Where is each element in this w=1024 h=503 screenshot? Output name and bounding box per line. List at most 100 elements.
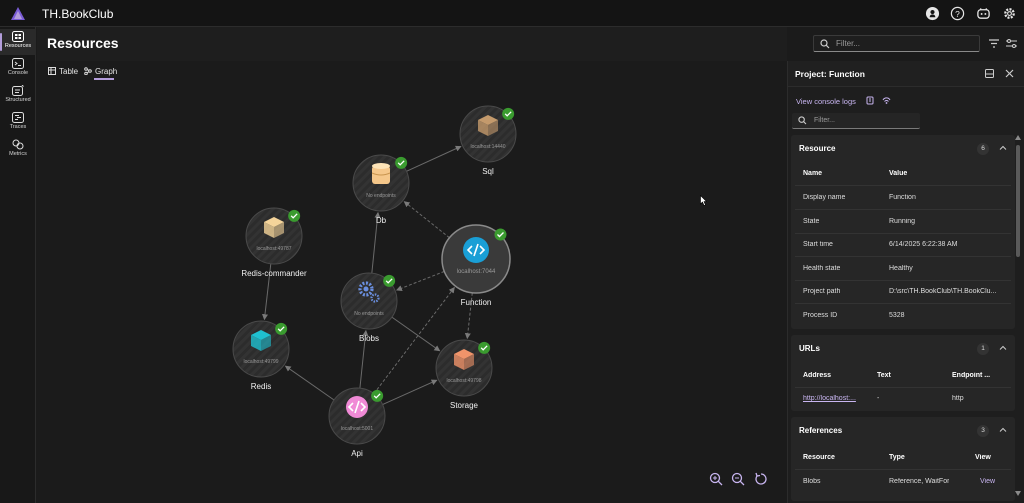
healthy-check-icon: [494, 228, 507, 241]
active-indicator: [0, 33, 2, 51]
reference-type: Reference, WaitFor: [889, 478, 950, 485]
healthy-check-icon: [383, 274, 396, 287]
graph-node-sql[interactable]: localhost:14440: [459, 105, 517, 163]
scroll-up-icon[interactable]: [1015, 135, 1021, 140]
zoom-in-icon[interactable]: [709, 472, 723, 486]
node-endpoint-text: localhost:14440: [470, 144, 505, 150]
column-header[interactable]: Endpoint ...: [952, 372, 990, 379]
healthy-check-icon: [371, 389, 384, 402]
node-label-sql[interactable]: Sql: [438, 167, 538, 176]
urls-card: URLs 1 Address Text Endpoint ... http://…: [791, 335, 1015, 411]
panel-filter-input[interactable]: Filter...: [792, 113, 920, 129]
graph-node-redis[interactable]: localhost:49799: [232, 320, 290, 378]
graph-node-blobs[interactable]: No endpoints: [340, 272, 398, 330]
nav-item-traces[interactable]: Traces: [0, 110, 36, 136]
node-label-blobs[interactable]: Blobs: [319, 334, 419, 343]
left-nav: Resources Console Structured Traces Metr…: [0, 27, 36, 503]
copy-icon[interactable]: [866, 96, 874, 105]
resource-card-header[interactable]: Resource 6: [791, 135, 1015, 161]
column-header[interactable]: Resource: [803, 454, 835, 461]
count-badge: 3: [977, 425, 989, 437]
nav-label: Structured: [5, 97, 31, 103]
url-text: -: [877, 395, 880, 402]
node-label-api[interactable]: Api: [307, 449, 407, 458]
healthy-check-icon: [275, 322, 288, 335]
resource-graph[interactable]: localhost:14440 No endpoints localhost:704…: [37, 61, 787, 503]
top-bar: TH.BookClub ?: [0, 0, 1024, 27]
help-icon[interactable]: ?: [950, 6, 965, 21]
reset-icon[interactable]: [754, 472, 768, 486]
dock-icon[interactable]: [984, 68, 995, 79]
copilot-icon[interactable]: [976, 6, 991, 21]
table-row: Project path D:\src\TH.BookClub\TH.BookCl…: [795, 281, 1011, 304]
column-header[interactable]: View: [975, 454, 991, 461]
column-header[interactable]: Text: [877, 372, 891, 379]
node-endpoint-text: localhost:7044: [457, 269, 496, 275]
graph-node-storage[interactable]: localhost:49798: [435, 339, 493, 397]
edge-function-blobs: [395, 270, 445, 292]
reference-resource: Blobs: [803, 478, 821, 485]
github-icon[interactable]: [925, 6, 940, 21]
urls-card-header[interactable]: URLs 1: [791, 335, 1015, 361]
graph-node-redis-commander[interactable]: localhost:49787: [245, 207, 303, 265]
property-name: State: [803, 217, 820, 225]
node-endpoint-text: localhost:49799: [243, 359, 278, 365]
card-title: URLs: [799, 344, 820, 353]
resource-card: Resource 6 Name Value Display name Functi…: [791, 135, 1015, 329]
nav-item-console[interactable]: Console: [0, 56, 36, 82]
table-header: Address Text Endpoint ...: [795, 365, 1011, 388]
chevron-up-icon[interactable]: [999, 426, 1007, 434]
node-label-storage[interactable]: Storage: [414, 401, 514, 410]
view-link[interactable]: View: [980, 478, 995, 485]
filter-input[interactable]: Filter...: [813, 35, 980, 52]
references-card-header[interactable]: References 3: [791, 417, 1015, 443]
settings-icon[interactable]: [1002, 6, 1017, 21]
panel-scrollbar[interactable]: [1016, 145, 1020, 257]
property-value: 6/14/2025 6:22:38 AM: [889, 241, 958, 248]
count-badge: 1: [977, 343, 989, 355]
zoom-out-icon[interactable]: [731, 472, 745, 486]
nav-item-metrics[interactable]: Metrics: [0, 137, 36, 163]
property-name: Start time: [803, 241, 833, 248]
url-link[interactable]: http://localhost:...: [803, 395, 865, 402]
chevron-up-icon[interactable]: [999, 144, 1007, 152]
chevron-up-icon[interactable]: [999, 344, 1007, 352]
nav-item-structured[interactable]: Structured: [0, 83, 36, 109]
column-header[interactable]: Address: [803, 372, 831, 379]
column-header[interactable]: Type: [889, 454, 905, 461]
table-row: Blobs Reference, WaitFor View: [795, 471, 1011, 494]
graph-node-api[interactable]: localhost:5001: [328, 387, 386, 445]
app-title[interactable]: TH.BookClub: [42, 7, 113, 21]
nav-item-resources[interactable]: Resources: [0, 29, 36, 55]
panel-filter-placeholder: Filter...: [814, 117, 836, 124]
view-console-logs-link[interactable]: View console logs: [796, 97, 856, 106]
graph-node-function[interactable]: localhost:7044: [441, 224, 511, 294]
structured-icon: [12, 85, 24, 96]
node-label-db[interactable]: Db: [331, 216, 431, 225]
node-label-redis-commander[interactable]: Redis-commander: [224, 269, 324, 278]
property-value: Running: [889, 217, 916, 225]
scroll-down-icon[interactable]: [1015, 491, 1021, 496]
details-panel: Project: Function View console logs Filt…: [787, 61, 1024, 503]
column-header[interactable]: Name: [803, 170, 822, 177]
graph-node-db[interactable]: No endpoints: [352, 154, 410, 212]
filter-icon[interactable]: [989, 39, 999, 48]
close-icon[interactable]: [1004, 68, 1015, 79]
healthy-check-icon: [288, 209, 301, 222]
property-value: D:\src\TH.BookClub\TH.BookClu...: [889, 288, 997, 295]
table-row: Display name Function: [795, 187, 1011, 210]
metrics-icon: [12, 139, 24, 150]
endpoint-icon[interactable]: [882, 96, 891, 105]
node-label-function[interactable]: Function: [426, 298, 526, 307]
aspire-logo-icon[interactable]: [10, 6, 26, 21]
resources-icon: [12, 31, 24, 42]
healthy-check-icon: [478, 341, 491, 354]
panel-header: Project: Function: [788, 61, 1024, 87]
search-icon: [798, 116, 807, 125]
node-label-redis[interactable]: Redis: [211, 382, 311, 391]
settings-sliders-icon[interactable]: [1006, 38, 1017, 49]
property-value: 5328: [889, 311, 905, 319]
card-title: Resource: [799, 144, 836, 153]
page-title: Resources: [47, 35, 119, 51]
column-header[interactable]: Value: [889, 170, 907, 177]
